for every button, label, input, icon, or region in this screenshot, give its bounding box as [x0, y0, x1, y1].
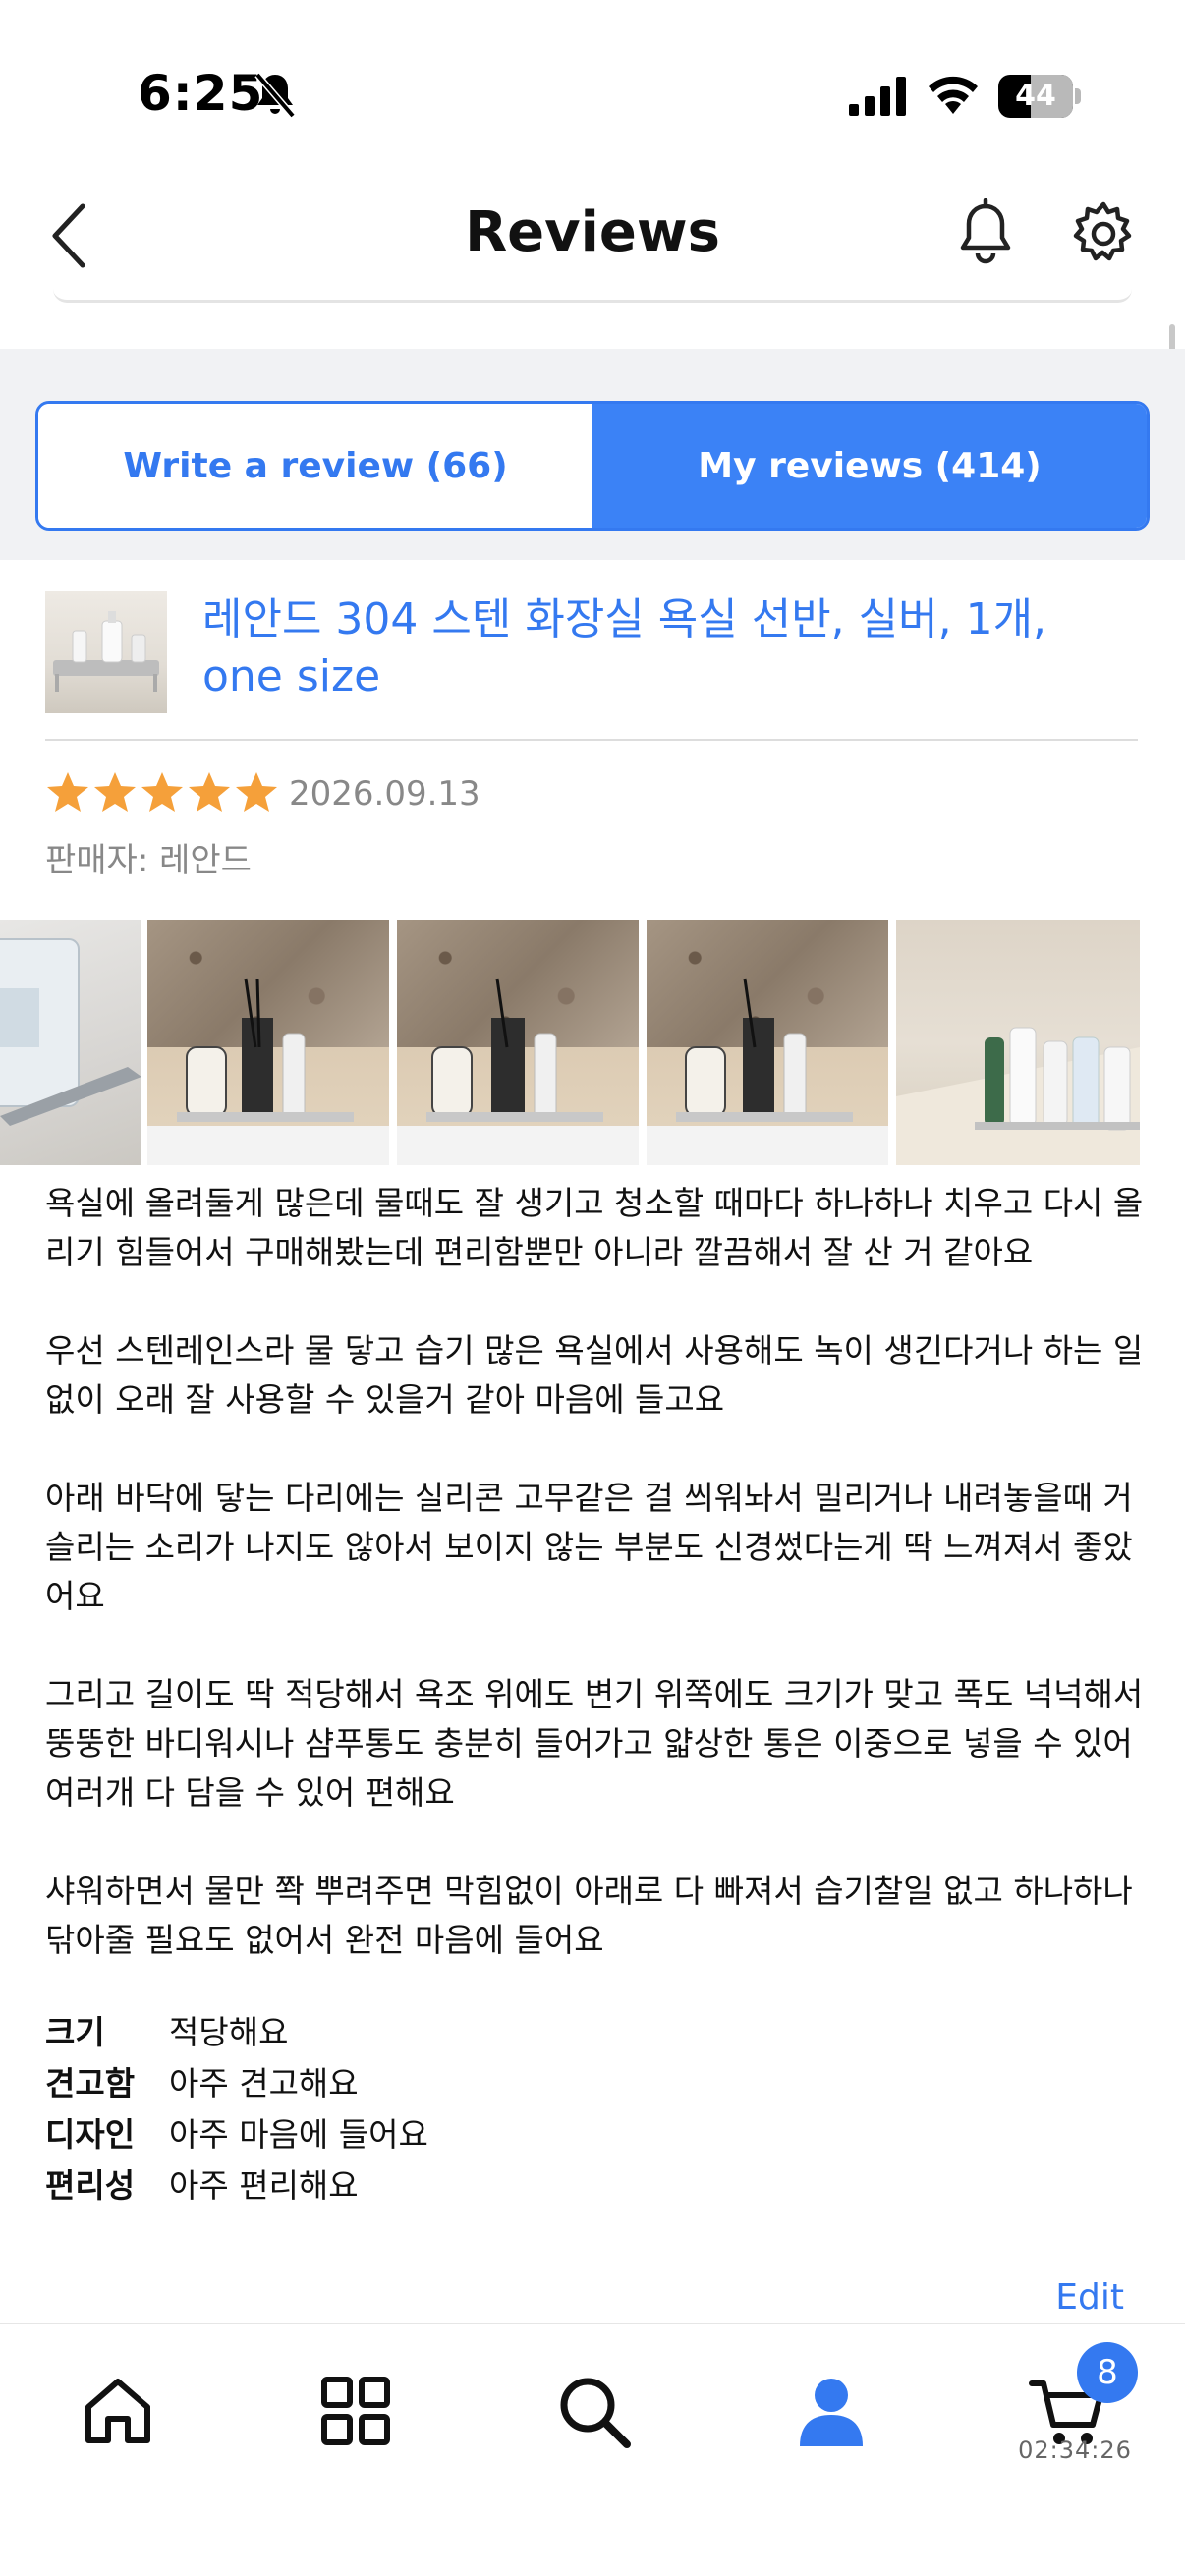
- attribute-value: 아주 견고해요: [169, 2064, 359, 2102]
- attribute-row: 견고함 아주 견고해요: [45, 2055, 1126, 2106]
- rating-stars: [45, 770, 279, 821]
- edit-review-link[interactable]: Edit: [1055, 2277, 1124, 2318]
- review-paragraph: 샤워하면서 물만 쫙 뿌려주면 막힘없이 아래로 다 빠져서 습기찰일 없고 하…: [45, 1872, 1133, 1959]
- tab-my-reviews[interactable]: My reviews (414): [592, 404, 1147, 528]
- attribute-key: 견고함: [45, 2064, 136, 2102]
- review-paragraph: 욕실에 올려둘게 많은데 물때도 잘 생기고 청소할 때마다 하나하나 치우고 …: [45, 1184, 1144, 1271]
- home-icon[interactable]: [79, 2372, 157, 2450]
- product-name[interactable]: 레안드 304 스텐 화장실 욕실 선반, 실버, 1개, one size: [202, 591, 1136, 705]
- cart-count-badge: 8: [1077, 2342, 1138, 2403]
- status-time: 6:25: [138, 65, 264, 122]
- product-thumbnail[interactable]: [45, 591, 167, 713]
- review-photo[interactable]: [647, 920, 888, 1165]
- bell-muted-icon: [254, 72, 296, 119]
- star-icon: [47, 772, 88, 812]
- review-date: 2026.09.13: [289, 774, 480, 813]
- review-photo[interactable]: [147, 920, 389, 1165]
- wifi-icon: [929, 76, 978, 114]
- review-paragraph: 그리고 길이도 딱 적당해서 욕조 위에도 변기 위쪽에도 크기가 맞고 폭도 …: [45, 1675, 1144, 1812]
- cart-timer: 02:34:26: [1018, 2436, 1132, 2464]
- battery-percent: 44: [1015, 79, 1056, 113]
- user-icon[interactable]: [792, 2372, 871, 2450]
- tab-write-review[interactable]: Write a review (66): [38, 404, 592, 528]
- review-paragraph: 우선 스텐레인스라 물 닿고 습기 많은 욕실에서 사용해도 녹이 생긴다거나 …: [45, 1331, 1144, 1419]
- star-icon: [236, 772, 277, 812]
- settings-gear-icon[interactable]: [1069, 198, 1138, 269]
- review-tabs: Write a review (66) My reviews (414): [35, 401, 1150, 531]
- attribute-value: 아주 편리해요: [169, 2166, 359, 2205]
- review-photo[interactable]: [397, 920, 639, 1165]
- status-bar: 6:25 44: [0, 0, 1185, 177]
- attribute-key: 디자인: [45, 2115, 136, 2154]
- review-photo[interactable]: [896, 920, 1140, 1165]
- cellular-signal-icon: [849, 77, 906, 116]
- star-icon: [189, 772, 230, 812]
- star-icon: [94, 772, 136, 812]
- battery-icon: 44: [998, 75, 1081, 118]
- app-header: Reviews: [0, 177, 1185, 295]
- review-photo[interactable]: [0, 920, 141, 1165]
- star-icon: [141, 772, 183, 812]
- review-paragraph: 아래 바닥에 닿는 다리에는 실리콘 고무같은 걸 씌워놔서 밀리거나 내려놓을…: [45, 1479, 1133, 1615]
- attribute-key: 크기: [45, 2013, 105, 2051]
- attribute-row: 편리성 아주 편리해요: [45, 2157, 1126, 2209]
- header-divider: [53, 289, 1132, 303]
- seller-name: 판매자: 레안드: [45, 841, 252, 880]
- review-text: 욕실에 올려둘게 많은데 물때도 잘 생기고 청소할 때마다 하나하나 치우고 …: [45, 1179, 1146, 2014]
- attribute-value: 아주 마음에 들어요: [169, 2115, 428, 2154]
- notification-bell-icon[interactable]: [953, 198, 1018, 269]
- attribute-row: 디자인 아주 마음에 들어요: [45, 2106, 1126, 2157]
- category-grid-icon[interactable]: [316, 2372, 395, 2450]
- review-attributes: 크기 적당해요 견고함 아주 견고해요 디자인 아주 마음에 들어요 편리성 아…: [45, 2004, 1126, 2209]
- attribute-key: 편리성: [45, 2166, 136, 2205]
- review-photos: [0, 920, 1140, 1165]
- attribute-row: 크기 적당해요: [45, 2004, 1126, 2055]
- attribute-value: 적당해요: [169, 2013, 289, 2051]
- search-icon[interactable]: [554, 2372, 633, 2450]
- reviewed-product[interactable]: 레안드 304 스텐 화장실 욕실 선반, 실버, 1개, one size: [45, 588, 1138, 741]
